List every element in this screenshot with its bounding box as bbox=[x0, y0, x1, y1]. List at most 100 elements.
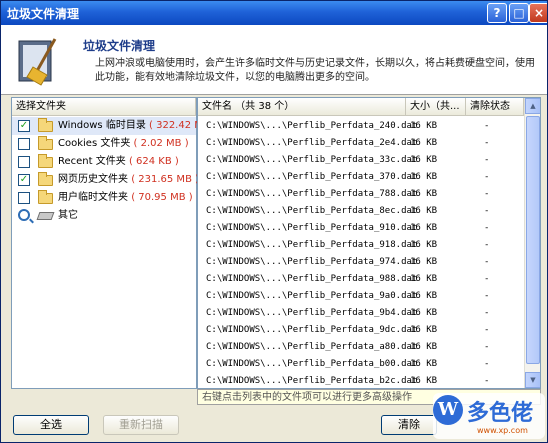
file-size: 16 KB bbox=[410, 155, 438, 165]
table-row[interactable]: C:\WINDOWS\...\Perflib_Perfdata_988.dat 1… bbox=[198, 270, 524, 288]
table-row[interactable]: C:\WINDOWS\...\Perflib_Perfdata_a80.dat 1… bbox=[198, 338, 524, 356]
file-name: C:\WINDOWS\...\Perflib_Perfdata_974.dat bbox=[206, 257, 418, 267]
file-status: - bbox=[484, 240, 490, 250]
file-status: - bbox=[484, 206, 490, 216]
folder-list-header: 选择文件夹 bbox=[12, 98, 196, 116]
table-row[interactable]: C:\WINDOWS\...\Perflib_Perfdata_9a0.dat 1… bbox=[198, 287, 524, 305]
file-size: 16 KB bbox=[410, 308, 438, 318]
watermark-logo: W 多色佬 www.xp.com bbox=[433, 393, 545, 439]
file-name: C:\WINDOWS\...\Perflib_Perfdata_a80.dat bbox=[206, 342, 418, 352]
file-size: 16 KB bbox=[410, 291, 438, 301]
folder-item-user-temp[interactable]: 用户临时文件夹 ( 70.95 MB ) bbox=[12, 189, 196, 207]
folder-icon bbox=[38, 172, 53, 186]
header-title: 垃圾文件清理 bbox=[83, 39, 156, 53]
broom-icon bbox=[18, 38, 57, 86]
folder-icon bbox=[38, 190, 53, 204]
table-row[interactable]: C:\WINDOWS\...\Perflib_Perfdata_918.dat 1… bbox=[198, 236, 524, 254]
scroll-thumb[interactable] bbox=[526, 116, 540, 364]
disk-icon bbox=[36, 212, 55, 220]
table-row[interactable]: C:\WINDOWS\...\Perflib_Perfdata_2e4.dat 1… bbox=[198, 134, 524, 152]
folder-label: 用户临时文件夹 bbox=[58, 192, 128, 203]
folder-label: Windows 临时目录 bbox=[58, 120, 146, 131]
table-row[interactable]: C:\WINDOWS\...\Perflib_Perfdata_240.dat 1… bbox=[198, 117, 524, 135]
file-size: 16 KB bbox=[410, 223, 438, 233]
file-name: C:\WINDOWS\...\Perflib_Perfdata_788.dat bbox=[206, 189, 418, 199]
file-status: - bbox=[484, 325, 490, 335]
table-row[interactable]: C:\WINDOWS\...\Perflib_Perfdata_9dc.dat 1… bbox=[198, 321, 524, 339]
folder-item-windows-temp[interactable]: ✓ Windows 临时目录 ( 322.42 MB ) bbox=[12, 117, 217, 135]
folder-label: 其它 bbox=[58, 210, 78, 221]
file-status: - bbox=[484, 223, 490, 233]
file-name: C:\WINDOWS\...\Perflib_Perfdata_33c.dat bbox=[206, 155, 418, 165]
file-size: 16 KB bbox=[410, 274, 438, 284]
file-status: - bbox=[484, 155, 490, 165]
file-status: - bbox=[484, 138, 490, 148]
table-row[interactable]: C:\WINDOWS\...\Perflib_Perfdata_9b4.dat 1… bbox=[198, 304, 524, 322]
folder-icon bbox=[38, 118, 53, 132]
help-button[interactable]: ? bbox=[487, 3, 507, 23]
table-row[interactable]: C:\WINDOWS\...\Perflib_Perfdata_33c.dat 1… bbox=[198, 151, 524, 169]
column-header-filename[interactable]: 文件名 （共 38 个） bbox=[198, 98, 406, 116]
file-size: 16 KB bbox=[410, 240, 438, 250]
select-all-button[interactable]: 全选 bbox=[13, 415, 89, 435]
clean-button[interactable]: 清除 bbox=[381, 415, 437, 435]
close-button[interactable]: × bbox=[529, 3, 547, 23]
file-name: C:\WINDOWS\...\Perflib_Perfdata_9a0.dat bbox=[206, 291, 418, 301]
folder-icon bbox=[38, 136, 53, 150]
checkbox-user-temp[interactable] bbox=[18, 192, 30, 204]
file-status: - bbox=[484, 359, 490, 369]
header-panel: 垃圾文件清理 上网冲浪或电脑使用时，会产生许多临时文件与历史记录文件，长期以久，… bbox=[1, 25, 547, 95]
table-row[interactable]: C:\WINDOWS\...\Perflib_Perfdata_8ec.dat 1… bbox=[198, 202, 524, 220]
table-row[interactable]: C:\WINDOWS\...\Perflib_Perfdata_974.dat 1… bbox=[198, 253, 524, 271]
folder-item-web-history[interactable]: ✓ 网页历史文件夹 ( 231.65 MB ) bbox=[12, 171, 200, 189]
file-status: - bbox=[484, 376, 490, 386]
watermark-w-icon: W bbox=[433, 395, 463, 425]
file-status: - bbox=[484, 189, 490, 199]
rescan-button[interactable]: 重新扫描 bbox=[103, 415, 179, 435]
file-size: 16 KB bbox=[410, 189, 438, 199]
maximize-button[interactable]: □ bbox=[509, 3, 529, 23]
column-header-size[interactable]: 大小（共... bbox=[406, 98, 466, 116]
folder-size: ( 2.02 MB ) bbox=[133, 138, 189, 149]
table-row[interactable]: C:\WINDOWS\...\Perflib_Perfdata_370.dat 1… bbox=[198, 168, 524, 186]
folder-label: Recent 文件夹 bbox=[58, 156, 126, 167]
folder-icon bbox=[38, 154, 53, 168]
title-bar[interactable]: 垃圾文件清理 ? □ × bbox=[1, 1, 547, 25]
folder-item-cookies[interactable]: Cookies 文件夹 ( 2.02 MB ) bbox=[12, 135, 196, 153]
file-size: 16 KB bbox=[410, 138, 438, 148]
column-header-status[interactable]: 清除状态 bbox=[466, 98, 524, 116]
checkbox-cookies[interactable] bbox=[18, 138, 30, 150]
file-status: - bbox=[484, 274, 490, 284]
table-row[interactable]: C:\WINDOWS\...\Perflib_Perfdata_788.dat 1… bbox=[198, 185, 524, 203]
table-row[interactable]: C:\WINDOWS\...\Perflib_Perfdata_910.dat 1… bbox=[198, 219, 524, 237]
file-size: 16 KB bbox=[410, 257, 438, 267]
window-title: 垃圾文件清理 bbox=[7, 7, 80, 21]
file-name: C:\WINDOWS\...\Perflib_Perfdata_9b4.dat bbox=[206, 308, 418, 318]
folder-size: ( 231.65 MB ) bbox=[131, 174, 200, 185]
file-size: 16 KB bbox=[410, 325, 438, 335]
file-status: - bbox=[484, 121, 490, 131]
scroll-down-icon[interactable]: ▼ bbox=[525, 372, 540, 388]
folder-item-recent[interactable]: Recent 文件夹 ( 624 KB ) bbox=[12, 153, 196, 171]
file-name: C:\WINDOWS\...\Perflib_Perfdata_9dc.dat bbox=[206, 325, 418, 335]
checkbox-web-history[interactable]: ✓ bbox=[18, 174, 30, 186]
vertical-scrollbar[interactable]: ▲ ▼ bbox=[524, 98, 540, 388]
file-list: 文件名 （共 38 个） 大小（共... 清除状态 C:\WINDOWS\...… bbox=[197, 97, 541, 389]
file-name: C:\WINDOWS\...\Perflib_Perfdata_b2c.dat bbox=[206, 376, 418, 386]
checkbox-windows-temp[interactable]: ✓ bbox=[18, 120, 30, 132]
folder-size: ( 70.95 MB ) bbox=[131, 192, 193, 203]
file-name: C:\WINDOWS\...\Perflib_Perfdata_988.dat bbox=[206, 274, 418, 284]
file-size: 16 KB bbox=[410, 359, 438, 369]
file-name: C:\WINDOWS\...\Perflib_Perfdata_370.dat bbox=[206, 172, 418, 182]
folder-size: ( 624 KB ) bbox=[128, 156, 179, 167]
file-status: - bbox=[484, 291, 490, 301]
file-name: C:\WINDOWS\...\Perflib_Perfdata_910.dat bbox=[206, 223, 418, 233]
file-name: C:\WINDOWS\...\Perflib_Perfdata_2e4.dat bbox=[206, 138, 418, 148]
scroll-up-icon[interactable]: ▲ bbox=[525, 98, 540, 114]
folder-item-other[interactable]: 其它 bbox=[12, 207, 196, 225]
file-size: 16 KB bbox=[410, 206, 438, 216]
checkbox-recent[interactable] bbox=[18, 156, 30, 168]
table-row[interactable]: C:\WINDOWS\...\Perflib_Perfdata_b2c.dat 1… bbox=[198, 372, 524, 388]
table-row[interactable]: C:\WINDOWS\...\Perflib_Perfdata_b00.dat 1… bbox=[198, 355, 524, 373]
folder-label: Cookies 文件夹 bbox=[58, 138, 131, 149]
